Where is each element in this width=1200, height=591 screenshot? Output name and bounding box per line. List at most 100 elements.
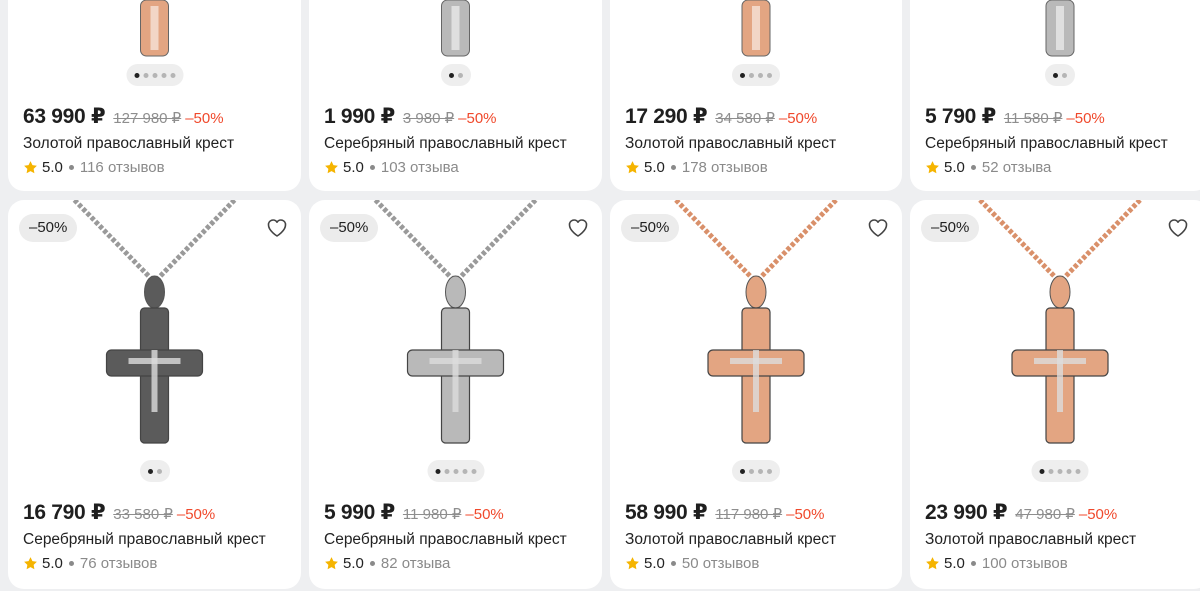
- product-title[interactable]: Золотой православный крест: [925, 531, 1136, 549]
- chain: [72, 200, 153, 280]
- image-carousel-dots[interactable]: [732, 460, 780, 482]
- old-price: 11 980 ₽: [402, 506, 462, 523]
- carousel-dot[interactable]: [1062, 72, 1067, 78]
- chain: [457, 200, 538, 280]
- reviews-count[interactable]: 100 отзывов: [982, 555, 1068, 572]
- carousel-dot[interactable]: [462, 468, 467, 474]
- cross-pendant: [1045, 0, 1075, 57]
- product-title[interactable]: Серебряный православный крест: [324, 531, 567, 549]
- carousel-dot[interactable]: [143, 72, 148, 78]
- product-title[interactable]: Золотой православный крест: [23, 135, 234, 153]
- image-carousel-dots[interactable]: [732, 64, 780, 86]
- carousel-dot[interactable]: [1053, 72, 1058, 78]
- discount-badge: –50%: [921, 214, 980, 242]
- carousel-dot[interactable]: [471, 468, 476, 474]
- heart-icon[interactable]: [866, 216, 890, 238]
- separator-dot: [369, 561, 375, 566]
- separator-dot: [68, 561, 74, 566]
- product-card[interactable]: –50% 5 990 ₽ 11 980 ₽ –50% Серебряный пр…: [309, 200, 602, 589]
- carousel-dot[interactable]: [134, 72, 139, 78]
- carousel-dot[interactable]: [767, 72, 772, 78]
- product-title[interactable]: Золотой православный крест: [625, 531, 836, 549]
- carousel-dot[interactable]: [767, 468, 772, 474]
- carousel-dot[interactable]: [1039, 468, 1045, 474]
- carousel-dot[interactable]: [749, 468, 754, 474]
- star-icon: [24, 161, 37, 174]
- price: 58 990 ₽: [625, 501, 708, 524]
- carousel-dot[interactable]: [758, 468, 763, 474]
- reviews-count[interactable]: 178 отзывов: [682, 159, 768, 176]
- image-carousel-dots[interactable]: [139, 460, 170, 482]
- image-carousel-dots[interactable]: [427, 460, 484, 482]
- discount-percent: –50%: [1066, 110, 1105, 127]
- old-price: 11 580 ₽: [1003, 110, 1063, 127]
- cross-pendant: [1011, 307, 1109, 444]
- cross-pendant: [140, 0, 169, 57]
- reviews-count[interactable]: 82 отзыва: [381, 555, 451, 572]
- discount-percent: –50%: [465, 506, 504, 523]
- heart-icon[interactable]: [1166, 216, 1190, 238]
- carousel-dot[interactable]: [1057, 468, 1063, 474]
- product-card[interactable]: 5 790 ₽ 11 580 ₽ –50% Серебряный правосл…: [910, 0, 1200, 191]
- star-icon: [24, 557, 37, 570]
- carousel-dot[interactable]: [448, 72, 454, 78]
- rating-value: 5.0: [42, 555, 63, 572]
- carousel-dot[interactable]: [740, 468, 745, 474]
- product-card[interactable]: 63 990 ₽ 127 980 ₽ –50% Золотой правосла…: [8, 0, 301, 191]
- separator-dot: [970, 165, 976, 170]
- cross-pendant: [741, 0, 771, 57]
- product-card[interactable]: 1 990 ₽ 3 980 ₽ –50% Серебряный правосла…: [309, 0, 602, 191]
- rating-value: 5.0: [944, 555, 965, 572]
- old-price: 127 980 ₽: [113, 110, 182, 127]
- image-carousel-dots[interactable]: [1045, 64, 1075, 86]
- reviews-count[interactable]: 116 отзывов: [80, 159, 165, 176]
- reviews-count[interactable]: 52 отзыва: [982, 159, 1052, 176]
- heart-icon[interactable]: [566, 216, 590, 238]
- carousel-dot[interactable]: [740, 72, 745, 78]
- product-title[interactable]: Серебряный православный крест: [23, 531, 266, 549]
- price: 63 990 ₽: [23, 105, 106, 128]
- carousel-dot[interactable]: [444, 468, 449, 474]
- reviews-count[interactable]: 103 отзыва: [381, 159, 459, 176]
- heart-icon[interactable]: [265, 216, 289, 238]
- price: 5 990 ₽: [324, 501, 395, 524]
- product-title[interactable]: Золотой православный крест: [625, 135, 836, 153]
- rating-value: 5.0: [944, 159, 965, 176]
- image-carousel-dots[interactable]: [1031, 460, 1089, 482]
- cross-pendant: [406, 307, 505, 444]
- carousel-dot[interactable]: [147, 468, 153, 474]
- carousel-dot[interactable]: [453, 468, 458, 474]
- reviews-count[interactable]: 50 отзывов: [682, 555, 760, 572]
- product-card[interactable]: 17 290 ₽ 34 580 ₽ –50% Золотой православ…: [610, 0, 902, 191]
- star-icon: [325, 557, 338, 570]
- carousel-dot[interactable]: [435, 468, 440, 474]
- carousel-dot[interactable]: [152, 72, 157, 78]
- star-icon: [926, 557, 939, 570]
- product-card[interactable]: –50% 23 990 ₽ 47 980 ₽ –50% Золотой прав…: [910, 200, 1200, 589]
- carousel-dot[interactable]: [1066, 468, 1072, 474]
- product-card[interactable]: –50% 16 790 ₽ 33 580 ₽ –50% Серебряный п…: [8, 200, 301, 589]
- carousel-dot[interactable]: [161, 72, 166, 78]
- carousel-dot[interactable]: [170, 72, 175, 78]
- product-title[interactable]: Серебряный православный крест: [925, 135, 1168, 153]
- reviews-count[interactable]: 76 отзывов: [80, 555, 158, 572]
- cross-pendant: [105, 307, 204, 444]
- carousel-dot[interactable]: [758, 72, 763, 78]
- star-icon: [926, 161, 939, 174]
- product-title[interactable]: Серебряный православный крест: [324, 135, 567, 153]
- price: 17 290 ₽: [625, 105, 708, 128]
- rating-value: 5.0: [343, 555, 364, 572]
- chain: [373, 200, 454, 280]
- carousel-dot[interactable]: [457, 72, 463, 78]
- chain: [156, 200, 237, 280]
- carousel-dot[interactable]: [156, 468, 162, 474]
- discount-percent: –50%: [458, 110, 497, 127]
- pendant-bail: [144, 275, 165, 309]
- carousel-dot[interactable]: [749, 72, 754, 78]
- discount-badge: –50%: [19, 214, 78, 242]
- image-carousel-dots[interactable]: [126, 64, 183, 86]
- image-carousel-dots[interactable]: [440, 64, 471, 86]
- carousel-dot[interactable]: [1048, 468, 1054, 474]
- carousel-dot[interactable]: [1075, 468, 1081, 474]
- product-card[interactable]: –50% 58 990 ₽ 117 980 ₽ –50% Золотой пра…: [610, 200, 902, 589]
